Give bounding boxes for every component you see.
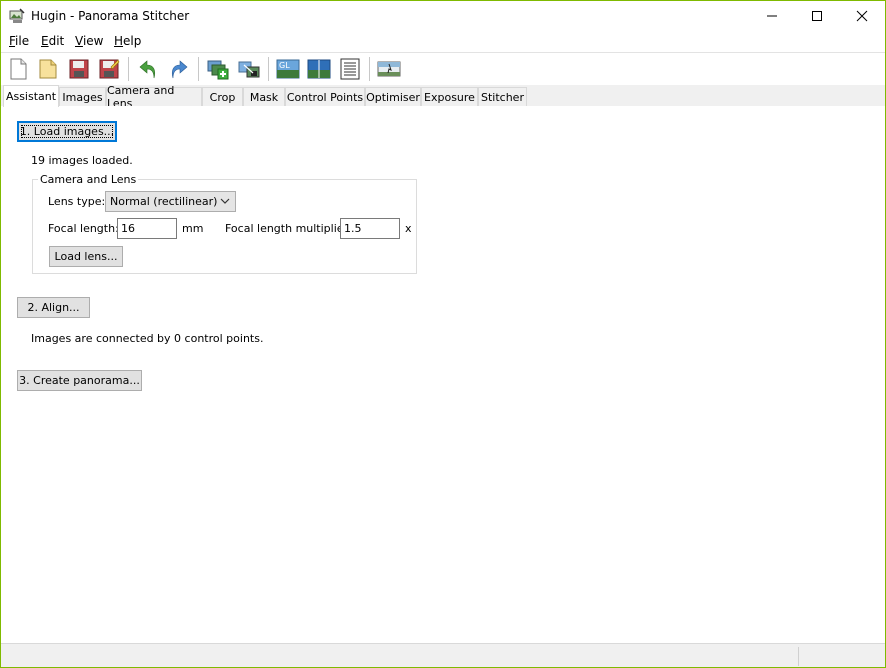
title-bar: Hugin - Panorama Stitcher <box>1 1 885 31</box>
close-button[interactable] <box>839 1 885 31</box>
open-project-button[interactable] <box>36 57 60 81</box>
images-loaded-status: 19 images loaded. <box>31 154 133 167</box>
tab-control-points[interactable]: Control Points <box>285 87 365 106</box>
fast-preview-icon <box>307 59 331 79</box>
chevron-down-icon <box>220 196 230 209</box>
load-images-label: 1. Load images... <box>19 125 115 138</box>
menu-help-accel: H <box>114 34 124 48</box>
menu-edit-accel: E <box>41 34 49 48</box>
focal-length-unit: mm <box>182 222 204 235</box>
tab-mask[interactable]: Mask <box>243 87 285 106</box>
status-bar <box>1 643 885 667</box>
maximize-button[interactable] <box>794 1 840 31</box>
focal-multiplier-input[interactable] <box>340 218 400 239</box>
window-title: Hugin - Panorama Stitcher <box>31 9 190 23</box>
opengl-preview-button[interactable]: GL <box>276 57 300 81</box>
add-images-button[interactable] <box>206 57 230 81</box>
tab-optimiser[interactable]: Optimiser <box>365 87 421 106</box>
assistant-panel: 1. Load images... 19 images loaded. Came… <box>1 106 885 642</box>
load-lens-button[interactable]: Load lens... <box>49 246 123 267</box>
save-as-button[interactable] <box>97 57 121 81</box>
undo-button[interactable] <box>136 57 160 81</box>
hugin-window: Hugin - Panorama Stitcher File Edit View… <box>0 0 886 668</box>
maximize-icon <box>812 11 822 21</box>
lens-type-label: Lens type: <box>48 195 106 208</box>
lens-type-value: Normal (rectilinear) <box>110 195 218 208</box>
control-points-status: Images are connected by 0 control points… <box>31 332 264 345</box>
toolbar: GL <box>1 52 885 85</box>
menu-help[interactable]: Help <box>114 34 141 48</box>
menu-view[interactable]: View <box>75 34 103 48</box>
show-control-points-button[interactable] <box>377 57 401 81</box>
redo-icon <box>171 60 188 79</box>
tab-assistant[interactable]: Assistant <box>3 85 59 107</box>
save-project-button[interactable] <box>67 57 91 81</box>
opengl-label: GL <box>279 61 290 70</box>
menu-file[interactable]: File <box>9 34 29 48</box>
focal-multiplier-unit: x <box>405 222 412 235</box>
hugin-app-icon <box>9 8 25 24</box>
redo-button[interactable] <box>167 57 191 81</box>
open-project-icon <box>39 59 57 79</box>
panorama-list-button[interactable] <box>338 57 362 81</box>
fast-preview-button[interactable] <box>307 57 331 81</box>
menu-help-label: elp <box>123 34 142 48</box>
align-label: 2. Align... <box>27 301 80 314</box>
tab-camera-and-lens[interactable]: Camera and Lens <box>106 84 202 110</box>
menu-edit[interactable]: Edit <box>41 34 64 48</box>
save-as-icon <box>99 59 120 79</box>
toolbar-separator <box>128 57 129 81</box>
focal-length-label: Focal length: <box>48 222 119 235</box>
menu-file-label: ile <box>15 34 30 48</box>
new-project-button[interactable] <box>6 57 30 81</box>
create-panorama-button[interactable]: 3. Create panorama... <box>17 370 142 391</box>
lens-type-dropdown[interactable]: Normal (rectilinear) <box>105 191 236 212</box>
tab-images[interactable]: Images <box>59 87 106 106</box>
tab-bar: Assistant Images Camera and Lens Crop Ma… <box>1 84 885 110</box>
new-project-icon <box>10 58 27 80</box>
undo-icon <box>139 60 156 79</box>
load-lens-label: Load lens... <box>54 250 118 263</box>
align-button[interactable]: 2. Align... <box>17 297 90 318</box>
toolbar-separator <box>198 57 199 81</box>
menu-bar: File Edit View Help <box>1 31 885 51</box>
save-project-icon <box>69 59 89 79</box>
optimize-icon <box>238 61 260 78</box>
tab-exposure[interactable]: Exposure <box>421 87 478 106</box>
load-images-button[interactable]: 1. Load images... <box>17 121 117 142</box>
show-control-points-icon <box>377 61 401 77</box>
tab-crop[interactable]: Crop <box>202 87 243 106</box>
status-divider <box>798 647 799 666</box>
optimize-button[interactable] <box>237 57 261 81</box>
create-panorama-label: 3. Create panorama... <box>19 374 140 387</box>
camera-lens-group-title: Camera and Lens <box>38 173 139 186</box>
toolbar-separator <box>268 57 269 81</box>
panorama-list-icon <box>340 58 360 80</box>
minimize-icon <box>767 15 777 17</box>
focal-length-input[interactable] <box>117 218 177 239</box>
menu-view-accel: V <box>75 34 83 48</box>
add-images-icon <box>207 60 229 80</box>
toolbar-separator <box>369 57 370 81</box>
opengl-preview-icon: GL <box>276 59 300 79</box>
focal-multiplier-label: Focal length multiplier: <box>225 222 352 235</box>
tab-stitcher[interactable]: Stitcher <box>478 87 527 106</box>
close-icon <box>856 10 868 22</box>
minimize-button[interactable] <box>749 1 795 31</box>
menu-view-label: iew <box>82 34 104 48</box>
menu-edit-label: dit <box>48 34 65 48</box>
